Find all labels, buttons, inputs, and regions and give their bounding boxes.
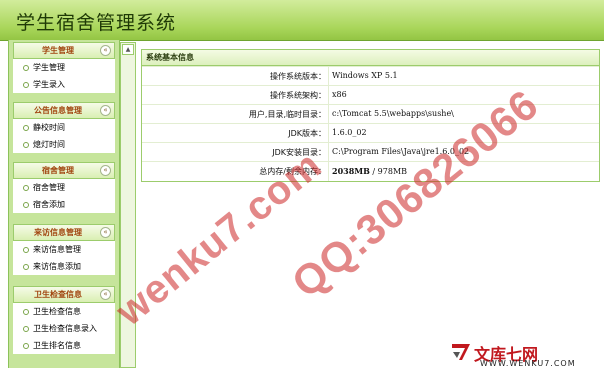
section-title: 宿舍管理	[42, 166, 74, 175]
app-title: 学生宿舍管理系统	[16, 12, 177, 34]
section-title: 卫生检查信息	[34, 290, 82, 299]
sidebar-section-dorm: 宿舍管理 « 宿舍管理 宿舍添加	[13, 162, 115, 213]
sidebar-item-hygiene-add[interactable]: 卫生检查信息录入	[13, 320, 115, 337]
row-value: x86	[332, 90, 347, 99]
panel-title: 系统基本信息	[142, 50, 599, 66]
info-row-os-version: 操作系统版本： Windows XP 5.1	[142, 66, 599, 86]
row-value: c:\Tomcat 5.5\webapps\sushe\	[332, 109, 454, 118]
sidebar-section-student: 学生管理 « 学生管理 学生录入	[13, 42, 115, 93]
sidebar-item-dorm-add[interactable]: 宿舍添加	[13, 196, 115, 213]
sidebar-item-quiet-time[interactable]: 静校时间	[13, 119, 115, 136]
section-title: 学生管理	[42, 46, 74, 55]
bullet-icon	[23, 124, 29, 131]
section-title: 来访信息管理	[34, 228, 82, 237]
section-header[interactable]: 来访信息管理 «	[13, 224, 115, 241]
column-divider	[328, 67, 329, 86]
row-value: 2038MB / 978MB	[332, 166, 407, 176]
sidebar-item-student-manage[interactable]: 学生管理	[13, 59, 115, 76]
bullet-icon	[23, 308, 29, 315]
column-divider	[328, 143, 329, 162]
row-value: Windows XP 5.1	[332, 71, 398, 80]
sidebar-item-student-add[interactable]: 学生录入	[13, 76, 115, 93]
sidebar-item-dorm-manage[interactable]: 宿舍管理	[13, 179, 115, 196]
sidebar-section-notice: 公告信息管理 « 静校时间 熄灯时间	[13, 102, 115, 153]
section-header[interactable]: 公告信息管理 «	[13, 102, 115, 119]
bullet-icon	[23, 201, 29, 208]
info-row-jdk-dir: JDK安装目录： C:\Program Files\Java\jre1.6.0_…	[142, 142, 599, 162]
column-divider	[328, 105, 329, 124]
sidebar-item-visitor-add[interactable]: 来访信息添加	[13, 258, 115, 275]
sidebar-section-visitor: 来访信息管理 « 来访信息管理 来访信息添加	[13, 224, 115, 275]
logo-mark-icon	[452, 344, 470, 360]
row-label: 操作系统架构：	[270, 91, 326, 100]
wenku7-logo: 文库七网 WWW.WENKU7.COM	[450, 340, 600, 368]
bullet-icon	[23, 246, 29, 253]
sidebar-item-lights-out[interactable]: 熄灯时间	[13, 136, 115, 153]
section-header[interactable]: 学生管理 «	[13, 42, 115, 59]
row-label: 用户,目录,临时目录：	[248, 110, 326, 119]
column-divider	[328, 86, 329, 105]
scroll-up-icon[interactable]: ▲	[122, 44, 134, 55]
bullet-icon	[23, 81, 29, 88]
bullet-icon	[23, 184, 29, 191]
row-value: 1.6.0_02	[332, 128, 367, 137]
sidebar-item-hygiene-rank[interactable]: 卫生排名信息	[13, 337, 115, 354]
sidebar: 学生管理 « 学生管理 学生录入 公告信息管理 « 静校时间 熄灯时间 宿舍管理…	[8, 40, 120, 368]
bullet-icon	[23, 141, 29, 148]
row-label: JDK版本：	[288, 129, 326, 138]
bullet-icon	[23, 263, 29, 270]
header-banner: 学生宿舍管理系统	[0, 0, 604, 41]
sidebar-item-hygiene-info[interactable]: 卫生检查信息	[13, 303, 115, 320]
collapse-icon[interactable]: «	[100, 165, 111, 176]
section-header[interactable]: 卫生检查信息 «	[13, 286, 115, 303]
memory-total: 2038MB	[332, 166, 370, 176]
collapse-icon[interactable]: «	[100, 45, 111, 56]
collapse-icon[interactable]: «	[100, 105, 111, 116]
logo-url: WWW.WENKU7.COM	[480, 359, 576, 368]
info-row-memory: 总内存/剩余内存： 2038MB / 978MB	[142, 161, 599, 181]
bullet-icon	[23, 342, 29, 349]
bullet-icon	[23, 64, 29, 71]
section-header[interactable]: 宿舍管理 «	[13, 162, 115, 179]
row-label: 操作系统版本：	[270, 72, 326, 81]
section-title: 公告信息管理	[34, 106, 82, 115]
collapse-icon[interactable]: «	[100, 227, 111, 238]
sidebar-section-hygiene: 卫生检查信息 « 卫生检查信息 卫生检查信息录入 卫生排名信息	[13, 286, 115, 354]
column-divider	[328, 124, 329, 143]
sidebar-item-visitor-manage[interactable]: 来访信息管理	[13, 241, 115, 258]
bullet-icon	[23, 325, 29, 332]
